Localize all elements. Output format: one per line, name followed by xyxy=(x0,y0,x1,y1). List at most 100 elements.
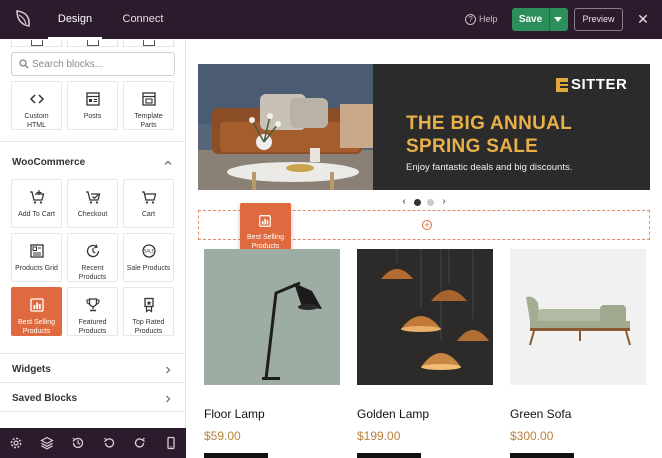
save-divider xyxy=(549,8,550,31)
save-button-group: Save xyxy=(512,8,568,31)
block-label: Featured Products xyxy=(78,319,107,335)
block-products-grid[interactable]: Products Grid xyxy=(11,233,62,282)
template-parts-icon xyxy=(142,92,156,106)
block-custom-html[interactable]: Custom HTML xyxy=(11,81,62,130)
block-sale-products[interactable]: SALE Sale Products xyxy=(123,233,174,282)
product-name[interactable]: Golden Lamp xyxy=(357,407,493,421)
history-icon[interactable] xyxy=(71,436,85,450)
chevron-right-icon[interactable] xyxy=(164,366,172,374)
block-label: Best Selling Products xyxy=(18,319,55,335)
floor-lamp-image xyxy=(204,249,340,385)
slider-prev-chevron-left-icon[interactable]: ‹ xyxy=(400,197,408,207)
top-bar: Design Connect ? Help Save Preview ✕ xyxy=(0,0,662,39)
green-sofa-image xyxy=(510,249,646,385)
banner-brand: SITTER xyxy=(556,76,627,93)
block-label: Template Parts xyxy=(134,113,163,129)
slider-dot[interactable] xyxy=(427,198,434,206)
add-to-cart-icon xyxy=(30,190,45,204)
block-icon xyxy=(87,40,99,46)
divider xyxy=(0,382,185,383)
save-button[interactable]: Save xyxy=(512,8,549,31)
product-card[interactable]: Floor Lamp $59.00 xyxy=(204,249,340,443)
scrolled-block-tile[interactable] xyxy=(67,39,118,47)
best-selling-icon xyxy=(259,215,271,227)
slider-dot[interactable] xyxy=(414,198,421,206)
brand-logo-icon xyxy=(556,77,568,92)
code-icon xyxy=(29,94,45,104)
trophy-icon xyxy=(86,298,100,312)
help-icon: ? xyxy=(465,14,476,25)
block-label: Posts xyxy=(83,113,102,120)
mobile-preview-icon[interactable] xyxy=(164,436,178,450)
dragging-block-best-selling-products[interactable]: Best Selling Products xyxy=(240,203,291,253)
blocks-sidebar: Custom HTML Posts Template Parts WooComm… xyxy=(0,39,186,428)
add-to-cart-button-edge[interactable] xyxy=(357,453,421,458)
block-label: Checkout xyxy=(77,211,108,218)
product-card[interactable]: Golden Lamp $199.00 xyxy=(357,249,493,443)
brand-name: SITTER xyxy=(571,76,628,93)
products-grid-icon xyxy=(30,244,44,258)
block-label: Products Grid xyxy=(15,265,58,272)
block-add-to-cart[interactable]: Add To Cart xyxy=(11,179,62,228)
golden-lamp-image xyxy=(357,249,493,385)
block-label: Sale Products xyxy=(126,265,171,272)
checkout-icon xyxy=(86,191,101,204)
posts-icon xyxy=(86,92,100,106)
top-rated-icon xyxy=(144,297,154,313)
chevron-up-icon[interactable] xyxy=(164,159,172,167)
redo-icon[interactable] xyxy=(133,436,147,450)
block-top-rated-products[interactable]: Top Rated Products xyxy=(123,287,174,336)
block-posts[interactable]: Posts xyxy=(67,81,118,130)
tab-connect[interactable]: Connect xyxy=(116,0,170,39)
block-checkout[interactable]: Checkout xyxy=(67,179,118,228)
preview-button[interactable]: Preview xyxy=(574,8,623,31)
add-to-cart-button-edge[interactable] xyxy=(204,453,268,458)
block-template-parts[interactable]: Template Parts xyxy=(123,81,174,130)
banner-headline: THE BIG ANNUAL SPRING SALE xyxy=(406,113,572,157)
scrolled-block-tile[interactable] xyxy=(123,39,174,47)
slider-next-chevron-right-icon[interactable]: › xyxy=(440,197,448,207)
cart-icon xyxy=(142,191,157,204)
settings-icon[interactable] xyxy=(9,436,23,450)
search-icon xyxy=(19,59,29,69)
product-price: $300.00 xyxy=(510,429,554,443)
block-icon xyxy=(31,40,43,46)
saved-blocks-section-title[interactable]: Saved Blocks xyxy=(12,393,77,404)
block-label: Add To Cart xyxy=(18,211,55,218)
block-label: Recent Products xyxy=(78,265,107,281)
undo-icon[interactable] xyxy=(102,436,116,450)
svg-text:SALE: SALE xyxy=(144,249,155,254)
add-to-cart-button-edge[interactable] xyxy=(510,453,574,458)
save-options-chevron-down-icon[interactable] xyxy=(554,17,562,22)
block-best-selling-products[interactable]: Best Selling Products xyxy=(11,287,62,336)
recent-products-icon xyxy=(86,244,100,258)
scrolled-block-tile[interactable] xyxy=(11,39,62,47)
slider-navigation: ‹ › xyxy=(400,197,448,207)
woocommerce-section-title[interactable]: WooCommerce xyxy=(12,157,85,168)
chevron-right-icon[interactable] xyxy=(164,395,172,403)
banner-sofa-image xyxy=(198,64,373,190)
widgets-section-title[interactable]: Widgets xyxy=(12,364,51,375)
tab-design[interactable]: Design xyxy=(48,0,102,39)
banner-subtext: Enjoy fantastic deals and big discounts. xyxy=(406,162,573,173)
product-name[interactable]: Floor Lamp xyxy=(204,407,340,421)
best-selling-icon xyxy=(30,298,44,312)
block-cart[interactable]: Cart xyxy=(123,179,174,228)
search-input[interactable] xyxy=(32,53,172,75)
product-price: $59.00 xyxy=(204,429,241,443)
block-recent-products[interactable]: Recent Products xyxy=(67,233,118,282)
divider xyxy=(0,411,185,412)
block-featured-products[interactable]: Featured Products xyxy=(67,287,118,336)
help-label: Help xyxy=(479,14,498,24)
page-canvas: SITTER THE BIG ANNUAL SPRING SALE Enjoy … xyxy=(187,39,662,458)
seedprod-logo-icon[interactable] xyxy=(14,9,32,29)
product-card[interactable]: Green Sofa $300.00 xyxy=(510,249,646,443)
block-icon xyxy=(143,40,155,46)
layers-icon[interactable] xyxy=(40,436,54,450)
product-name[interactable]: Green Sofa xyxy=(510,407,646,421)
help-link[interactable]: ? Help xyxy=(465,0,498,39)
hero-banner[interactable]: SITTER THE BIG ANNUAL SPRING SALE Enjoy … xyxy=(198,64,650,190)
close-icon[interactable]: ✕ xyxy=(634,9,652,29)
add-block-plus-icon[interactable]: + xyxy=(422,220,432,230)
block-label: Custom HTML xyxy=(24,113,49,129)
